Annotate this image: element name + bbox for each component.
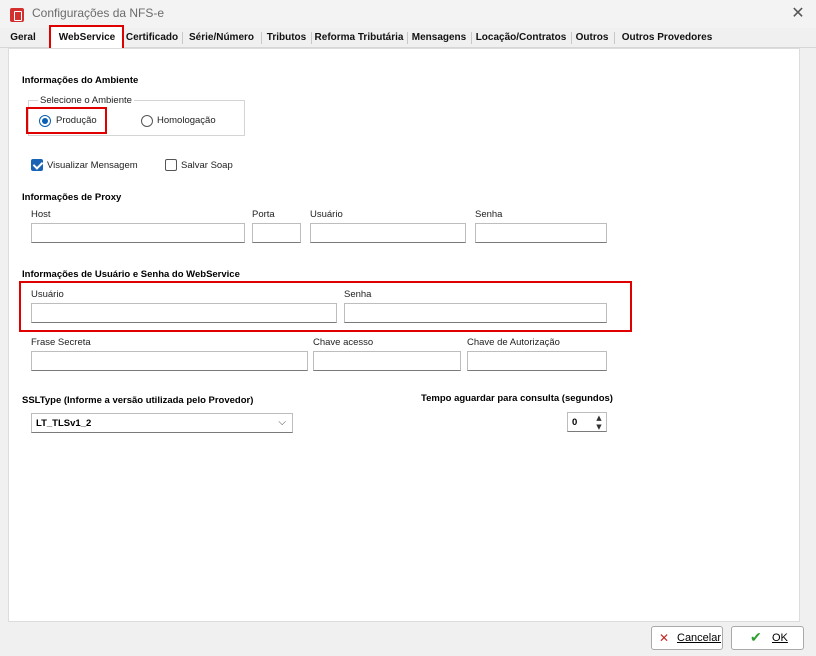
ssl-type-select[interactable]: LT_TLSv1_2 ⌵ [31, 413, 293, 433]
chave-acesso-input[interactable] [313, 351, 461, 371]
tab-locacao-contratos[interactable]: Locação/Contratos [472, 28, 570, 48]
proxy-host-label: Host [31, 209, 51, 220]
proxy-host-input[interactable] [31, 223, 245, 243]
ws-senha-input[interactable] [344, 303, 607, 323]
app-icon [10, 8, 24, 22]
proxy-usuario-input[interactable] [310, 223, 466, 243]
timeout-value: 0 [572, 417, 578, 428]
spin-down-icon[interactable]: ▼ [593, 423, 605, 431]
ws-senha-label: Senha [344, 289, 372, 300]
check-icon: ✔ [750, 629, 762, 645]
tab-certificado[interactable]: Certificado [124, 28, 180, 48]
tab-highlight-box [49, 25, 124, 50]
title-bar: Configurações da NFS-e ✕ [0, 0, 816, 28]
proxy-section-title: Informações de Proxy [22, 192, 122, 203]
frase-secreta-label: Frase Secreta [31, 337, 91, 348]
tab-outros-provedores[interactable]: Outros Provedores [616, 28, 718, 48]
frase-secreta-input[interactable] [31, 351, 308, 371]
producao-highlight-box [26, 107, 107, 134]
cancel-button[interactable]: ✕ Cancelar [651, 626, 723, 650]
tab-tributos[interactable]: Tributos [263, 28, 310, 48]
ok-button[interactable]: ✔ OK [731, 626, 804, 650]
radio-homologacao[interactable] [141, 115, 153, 127]
proxy-senha-label: Senha [475, 209, 503, 220]
spin-up-icon[interactable]: ▲ [593, 414, 605, 422]
chevron-down-icon: ⌵ [278, 417, 286, 428]
tab-outros[interactable]: Outros [572, 28, 612, 48]
ambiente-group-label: Selecione o Ambiente [38, 95, 134, 106]
chave-acesso-label: Chave acesso [313, 337, 374, 348]
tab-bar: Geral WebService Certificado Série/Númer… [0, 25, 816, 50]
visualizar-mensagem-label: Visualizar Mensagem [47, 160, 138, 171]
ws-auth-section-title: Informações de Usuário e Senha do WebSer… [22, 269, 240, 280]
visualizar-mensagem-checkbox[interactable] [31, 159, 43, 171]
salvar-soap-checkbox[interactable] [165, 159, 177, 171]
chave-autorizacao-input[interactable] [467, 351, 607, 371]
tab-serie-numero[interactable]: Série/Número [184, 28, 259, 48]
chave-autorizacao-label: Chave de Autorização [467, 337, 560, 348]
radio-homologacao-label: Homologação [157, 115, 216, 126]
ssl-type-value: LT_TLSv1_2 [36, 418, 92, 429]
tab-reforma-tributaria[interactable]: Reforma Tributária [312, 28, 406, 48]
ws-usuario-input[interactable] [31, 303, 337, 323]
ws-usuario-label: Usuário [31, 289, 64, 300]
tab-geral[interactable]: Geral [4, 28, 42, 48]
ssl-type-label: SSLType (Informe a versão utilizada pelo… [22, 395, 254, 406]
window-title: Configurações da NFS-e [32, 6, 165, 20]
proxy-porta-label: Porta [252, 209, 275, 220]
proxy-porta-input[interactable] [252, 223, 301, 243]
ambiente-section-title: Informações do Ambiente [22, 75, 139, 86]
proxy-usuario-label: Usuário [310, 209, 343, 220]
cancel-x-icon: ✕ [659, 631, 670, 645]
timeout-spinner[interactable]: 0 ▲ ▼ [567, 412, 607, 432]
proxy-senha-input[interactable] [475, 223, 607, 243]
salvar-soap-label: Salvar Soap [181, 160, 233, 171]
timeout-label: Tempo aguardar para consulta (segundos) [421, 393, 613, 404]
tab-mensagens[interactable]: Mensagens [408, 28, 470, 48]
close-icon[interactable]: ✕ [786, 2, 810, 24]
